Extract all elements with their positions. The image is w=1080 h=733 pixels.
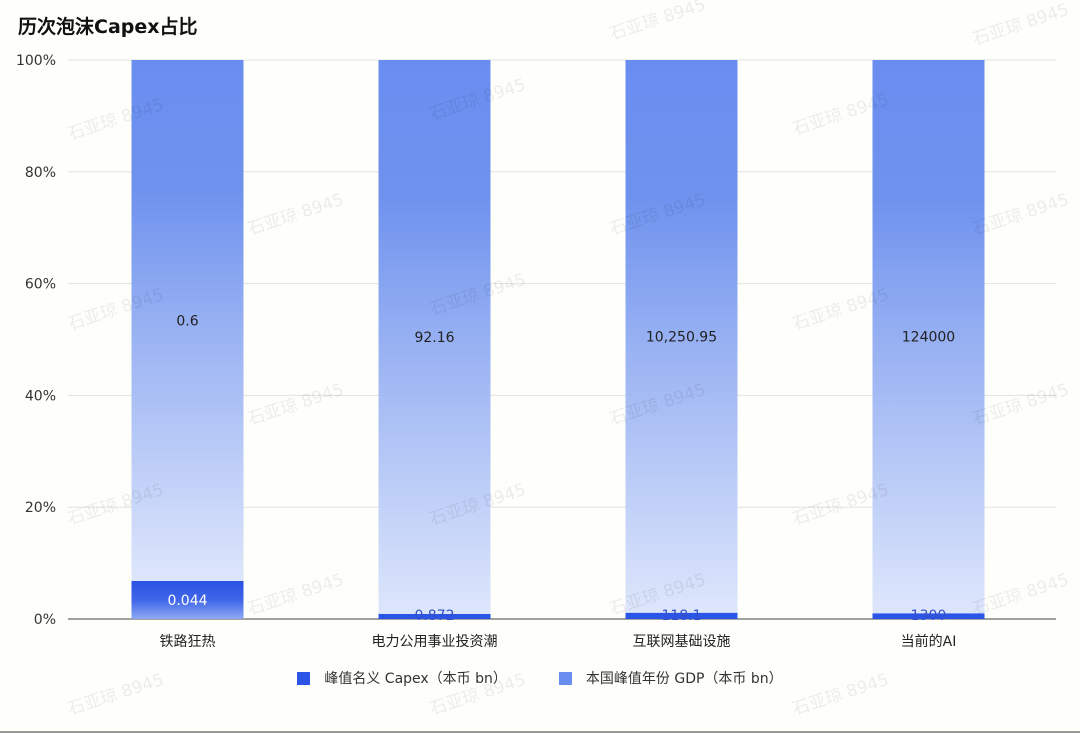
x-tick-label: 电力公用事业投资潮 (372, 634, 498, 650)
watermark-text: 石亚琼 8945 (245, 570, 346, 620)
legend-label-capex: 峰值名义 Capex（本币 bn） (324, 671, 507, 687)
data-label-capex: 0.044 (167, 593, 207, 609)
legend-swatch-gdp (558, 671, 572, 685)
legend-item-gdp[interactable]: 本国峰值年份 GDP（本币 bn） (558, 668, 783, 688)
stacked-percent-bar-chart: 0% 20% 40% 60% 80% 100% 0.6 0.044 铁路狂热 92.16 0.872… (16, 0, 1071, 720)
data-label-capex: 118.1 (661, 608, 701, 624)
watermark-text: 石亚琼 8945 (245, 380, 346, 430)
legend-label-gdp: 本国峰值年份 GDP（本币 bn） (585, 671, 783, 687)
data-label-capex: 0.872 (414, 608, 454, 624)
watermark-text: 石亚琼 8945 (970, 570, 1071, 620)
y-tick-label: 60% (25, 277, 56, 293)
watermark-text: 石亚琼 8945 (245, 190, 346, 240)
y-tick-label: 100% (16, 53, 56, 69)
y-tick-label: 40% (25, 388, 56, 404)
data-label-gdp: 10,250.95 (646, 329, 717, 345)
x-tick-label: 当前的AI (901, 633, 957, 650)
legend-swatch-capex (297, 671, 311, 685)
x-tick-label: 互联网基础设施 (633, 633, 731, 650)
y-tick-label: 20% (25, 500, 56, 516)
data-label-capex: 1300 (911, 608, 947, 624)
y-tick-label: 80% (25, 165, 56, 181)
watermark-text: 石亚琼 8945 (970, 0, 1071, 50)
data-label-gdp: 92.16 (414, 330, 454, 346)
legend-item-capex[interactable]: 峰值名义 Capex（本币 bn） (297, 668, 507, 688)
data-label-gdp: 0.6 (176, 313, 198, 329)
watermark-text: 石亚琼 8945 (970, 380, 1071, 430)
watermark-text: 石亚琼 8945 (970, 190, 1071, 240)
legend: 峰值名义 Capex（本币 bn） 本国峰值年份 GDP（本币 bn） (0, 668, 1080, 688)
data-label-gdp: 124000 (902, 330, 955, 346)
x-tick-label: 铁路狂热 (160, 634, 216, 650)
watermark-text: 石亚琼 8945 (607, 0, 708, 45)
y-tick-label: 0% (34, 612, 56, 628)
